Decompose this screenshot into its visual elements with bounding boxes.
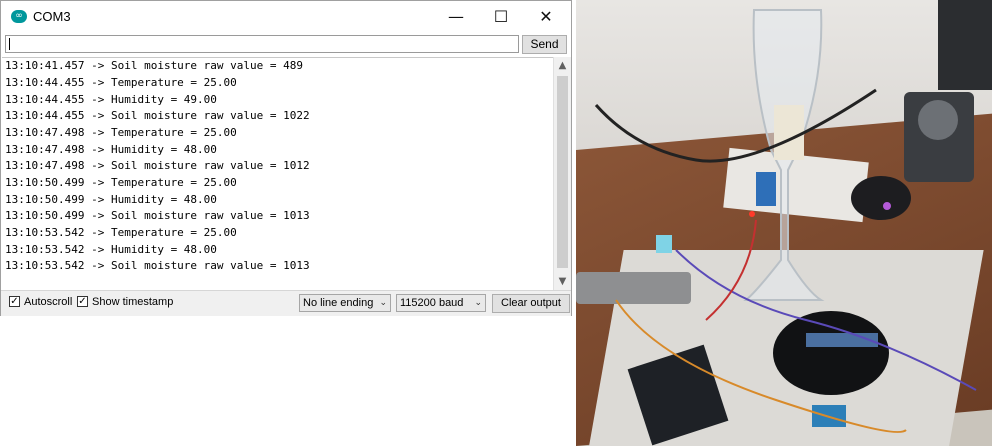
relay-module [756, 172, 776, 206]
text-caret [9, 38, 10, 50]
clear-output-button[interactable]: Clear output [492, 294, 570, 313]
arduino-board [627, 344, 729, 446]
scroll-down-icon[interactable]: ▼ [554, 273, 571, 290]
bottom-toolbar: ✓ Autoscroll ✓ Show timestamp No line en… [1, 290, 571, 316]
arduino-logo-icon: ∞ [11, 10, 27, 23]
serial-input[interactable] [5, 35, 519, 53]
show-timestamp-label[interactable]: Show timestamp [92, 296, 173, 308]
window-title: COM3 [33, 9, 71, 24]
baud-rate-value: 115200 baud [400, 297, 464, 309]
serial-output[interactable]: 13:10:41.457 -> Soil moisture raw value … [2, 57, 553, 291]
autoscroll-label[interactable]: Autoscroll [24, 296, 72, 308]
autoscroll-checkbox[interactable]: ✓ [9, 296, 20, 307]
speaker-cone [918, 100, 958, 140]
show-timestamp-checkbox[interactable]: ✓ [77, 296, 88, 307]
output-line: 13:10:47.498 -> Soil moisture raw value … [5, 159, 310, 172]
mouse-shape [851, 176, 911, 220]
close-button[interactable]: ✕ [523, 1, 569, 32]
output-line: 13:10:50.499 -> Soil moisture raw value … [5, 209, 310, 222]
chevron-down-icon: ⌄ [474, 298, 482, 308]
dht-sensor [656, 235, 672, 253]
output-line: 13:10:53.542 -> Soil moisture raw value … [5, 259, 310, 272]
line-ending-select[interactable]: No line ending ⌄ [299, 294, 391, 312]
output-line: 13:10:44.455 -> Temperature = 25.00 [5, 76, 237, 89]
output-line: 13:10:44.455 -> Soil moisture raw value … [5, 109, 310, 122]
red-wire [705, 219, 757, 321]
soil-sensor-in-glass [774, 105, 804, 160]
output-line: 13:10:44.455 -> Humidity = 49.00 [5, 93, 217, 106]
hardware-setup-photo [576, 0, 992, 446]
output-line: 13:10:47.498 -> Temperature = 25.00 [5, 126, 237, 139]
output-line: 13:10:50.499 -> Humidity = 48.00 [5, 193, 217, 206]
output-line: 13:10:53.542 -> Humidity = 48.00 [5, 243, 217, 256]
line-ending-value: No line ending [303, 297, 374, 309]
minimize-button[interactable]: — [433, 1, 479, 32]
vertical-scrollbar[interactable]: ▲ ▼ [553, 57, 571, 290]
photo-objects [576, 0, 992, 446]
usb-hub [576, 272, 691, 304]
baud-rate-select[interactable]: 115200 baud ⌄ [396, 294, 486, 312]
monitor-shape [938, 0, 992, 90]
output-line: 13:10:41.457 -> Soil moisture raw value … [5, 59, 304, 72]
coaster-disc [773, 311, 889, 395]
title-bar[interactable]: ∞ COM3 — ☐ ✕ [1, 1, 571, 32]
scrollbar-thumb[interactable] [557, 76, 568, 268]
serial-monitor-window: ∞ COM3 — ☐ ✕ Send 13:10:41.457 -> Soil m… [0, 0, 572, 316]
output-line: 13:10:47.498 -> Humidity = 48.00 [5, 143, 217, 156]
scroll-up-icon[interactable]: ▲ [554, 57, 571, 74]
send-row: Send [1, 32, 571, 56]
send-button[interactable]: Send [522, 35, 567, 54]
relay-red-led [749, 211, 755, 217]
output-line: 13:10:50.499 -> Temperature = 25.00 [5, 176, 237, 189]
output-line: 13:10:53.542 -> Temperature = 25.00 [5, 226, 237, 239]
mouse-led [883, 202, 891, 210]
maximize-button[interactable]: ☐ [478, 1, 524, 32]
chevron-down-icon: ⌄ [379, 298, 387, 308]
